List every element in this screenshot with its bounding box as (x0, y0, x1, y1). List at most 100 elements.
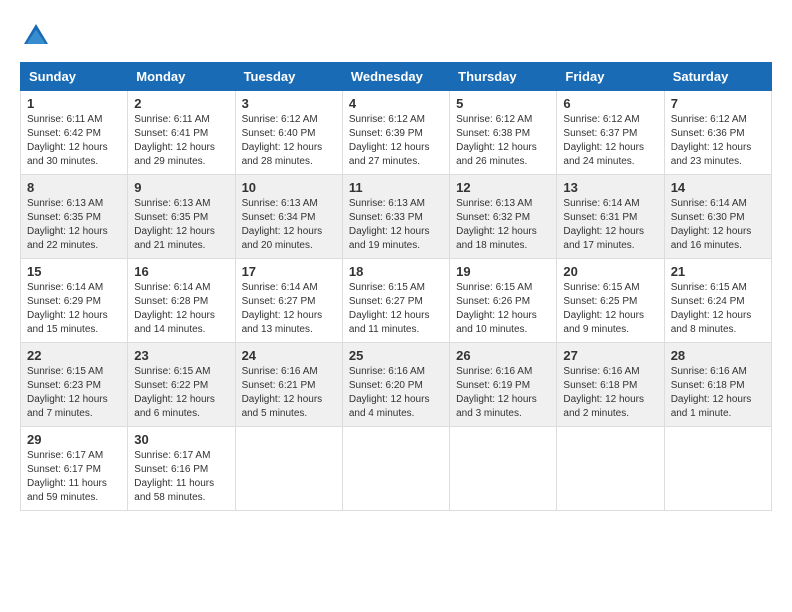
weekday-header-thursday: Thursday (450, 63, 557, 91)
calendar-day-cell: 23 Sunrise: 6:15 AMSunset: 6:22 PMDaylig… (128, 343, 235, 427)
calendar-day-cell: 20 Sunrise: 6:15 AMSunset: 6:25 PMDaylig… (557, 259, 664, 343)
day-number: 4 (349, 96, 443, 111)
calendar-day-cell: 27 Sunrise: 6:16 AMSunset: 6:18 PMDaylig… (557, 343, 664, 427)
day-info: Sunrise: 6:15 AMSunset: 6:23 PMDaylight:… (27, 365, 121, 421)
weekday-header-tuesday: Tuesday (235, 63, 342, 91)
calendar-day-cell: 18 Sunrise: 6:15 AMSunset: 6:27 PMDaylig… (342, 259, 449, 343)
weekday-header-saturday: Saturday (664, 63, 771, 91)
day-number: 5 (456, 96, 550, 111)
calendar-day-cell: 24 Sunrise: 6:16 AMSunset: 6:21 PMDaylig… (235, 343, 342, 427)
calendar-day-cell: 2 Sunrise: 6:11 AMSunset: 6:41 PMDayligh… (128, 91, 235, 175)
day-number: 18 (349, 264, 443, 279)
calendar-day-cell: 21 Sunrise: 6:15 AMSunset: 6:24 PMDaylig… (664, 259, 771, 343)
day-info: Sunrise: 6:15 AMSunset: 6:22 PMDaylight:… (134, 365, 228, 421)
day-info: Sunrise: 6:13 AMSunset: 6:35 PMDaylight:… (134, 197, 228, 253)
day-info: Sunrise: 6:16 AMSunset: 6:20 PMDaylight:… (349, 365, 443, 421)
day-number: 10 (242, 180, 336, 195)
calendar-day-cell: 6 Sunrise: 6:12 AMSunset: 6:37 PMDayligh… (557, 91, 664, 175)
day-info: Sunrise: 6:14 AMSunset: 6:29 PMDaylight:… (27, 281, 121, 337)
day-info: Sunrise: 6:17 AMSunset: 6:16 PMDaylight:… (134, 449, 228, 505)
calendar-day-cell: 5 Sunrise: 6:12 AMSunset: 6:38 PMDayligh… (450, 91, 557, 175)
page-header (20, 20, 772, 52)
calendar-day-cell: 15 Sunrise: 6:14 AMSunset: 6:29 PMDaylig… (21, 259, 128, 343)
weekday-header-wednesday: Wednesday (342, 63, 449, 91)
day-info: Sunrise: 6:16 AMSunset: 6:21 PMDaylight:… (242, 365, 336, 421)
day-info: Sunrise: 6:11 AMSunset: 6:42 PMDaylight:… (27, 113, 121, 169)
day-info: Sunrise: 6:16 AMSunset: 6:19 PMDaylight:… (456, 365, 550, 421)
calendar-day-cell (235, 427, 342, 511)
day-number: 29 (27, 432, 121, 447)
calendar-day-cell: 7 Sunrise: 6:12 AMSunset: 6:36 PMDayligh… (664, 91, 771, 175)
day-number: 25 (349, 348, 443, 363)
calendar-day-cell: 16 Sunrise: 6:14 AMSunset: 6:28 PMDaylig… (128, 259, 235, 343)
day-info: Sunrise: 6:12 AMSunset: 6:38 PMDaylight:… (456, 113, 550, 169)
day-number: 26 (456, 348, 550, 363)
calendar-day-cell: 26 Sunrise: 6:16 AMSunset: 6:19 PMDaylig… (450, 343, 557, 427)
day-info: Sunrise: 6:11 AMSunset: 6:41 PMDaylight:… (134, 113, 228, 169)
calendar-day-cell: 17 Sunrise: 6:14 AMSunset: 6:27 PMDaylig… (235, 259, 342, 343)
calendar-day-cell: 12 Sunrise: 6:13 AMSunset: 6:32 PMDaylig… (450, 175, 557, 259)
day-info: Sunrise: 6:12 AMSunset: 6:39 PMDaylight:… (349, 113, 443, 169)
day-number: 19 (456, 264, 550, 279)
calendar-day-cell: 30 Sunrise: 6:17 AMSunset: 6:16 PMDaylig… (128, 427, 235, 511)
day-info: Sunrise: 6:16 AMSunset: 6:18 PMDaylight:… (563, 365, 657, 421)
day-info: Sunrise: 6:17 AMSunset: 6:17 PMDaylight:… (27, 449, 121, 505)
calendar-day-cell: 14 Sunrise: 6:14 AMSunset: 6:30 PMDaylig… (664, 175, 771, 259)
day-number: 16 (134, 264, 228, 279)
weekday-header-friday: Friday (557, 63, 664, 91)
calendar-day-cell: 11 Sunrise: 6:13 AMSunset: 6:33 PMDaylig… (342, 175, 449, 259)
day-number: 22 (27, 348, 121, 363)
day-number: 20 (563, 264, 657, 279)
weekday-header-row: SundayMondayTuesdayWednesdayThursdayFrid… (21, 63, 772, 91)
day-number: 12 (456, 180, 550, 195)
calendar-day-cell (450, 427, 557, 511)
calendar-day-cell: 28 Sunrise: 6:16 AMSunset: 6:18 PMDaylig… (664, 343, 771, 427)
calendar-day-cell: 9 Sunrise: 6:13 AMSunset: 6:35 PMDayligh… (128, 175, 235, 259)
logo-icon (20, 20, 52, 52)
day-info: Sunrise: 6:12 AMSunset: 6:37 PMDaylight:… (563, 113, 657, 169)
calendar-table: SundayMondayTuesdayWednesdayThursdayFrid… (20, 62, 772, 511)
calendar-day-cell: 10 Sunrise: 6:13 AMSunset: 6:34 PMDaylig… (235, 175, 342, 259)
calendar-day-cell: 19 Sunrise: 6:15 AMSunset: 6:26 PMDaylig… (450, 259, 557, 343)
weekday-header-monday: Monday (128, 63, 235, 91)
day-number: 6 (563, 96, 657, 111)
day-info: Sunrise: 6:14 AMSunset: 6:31 PMDaylight:… (563, 197, 657, 253)
day-number: 3 (242, 96, 336, 111)
calendar-day-cell: 3 Sunrise: 6:12 AMSunset: 6:40 PMDayligh… (235, 91, 342, 175)
calendar-day-cell: 22 Sunrise: 6:15 AMSunset: 6:23 PMDaylig… (21, 343, 128, 427)
day-number: 11 (349, 180, 443, 195)
day-info: Sunrise: 6:13 AMSunset: 6:33 PMDaylight:… (349, 197, 443, 253)
day-info: Sunrise: 6:13 AMSunset: 6:35 PMDaylight:… (27, 197, 121, 253)
day-number: 23 (134, 348, 228, 363)
day-info: Sunrise: 6:12 AMSunset: 6:40 PMDaylight:… (242, 113, 336, 169)
day-number: 21 (671, 264, 765, 279)
calendar-day-cell: 4 Sunrise: 6:12 AMSunset: 6:39 PMDayligh… (342, 91, 449, 175)
day-number: 2 (134, 96, 228, 111)
day-number: 13 (563, 180, 657, 195)
weekday-header-sunday: Sunday (21, 63, 128, 91)
day-info: Sunrise: 6:15 AMSunset: 6:25 PMDaylight:… (563, 281, 657, 337)
day-number: 8 (27, 180, 121, 195)
day-info: Sunrise: 6:14 AMSunset: 6:28 PMDaylight:… (134, 281, 228, 337)
calendar-day-cell (342, 427, 449, 511)
day-info: Sunrise: 6:15 AMSunset: 6:26 PMDaylight:… (456, 281, 550, 337)
calendar-day-cell: 25 Sunrise: 6:16 AMSunset: 6:20 PMDaylig… (342, 343, 449, 427)
day-number: 17 (242, 264, 336, 279)
day-number: 28 (671, 348, 765, 363)
day-info: Sunrise: 6:15 AMSunset: 6:24 PMDaylight:… (671, 281, 765, 337)
day-info: Sunrise: 6:14 AMSunset: 6:30 PMDaylight:… (671, 197, 765, 253)
calendar-week-row: 1 Sunrise: 6:11 AMSunset: 6:42 PMDayligh… (21, 91, 772, 175)
day-number: 15 (27, 264, 121, 279)
day-number: 30 (134, 432, 228, 447)
logo (20, 20, 58, 52)
calendar-day-cell: 13 Sunrise: 6:14 AMSunset: 6:31 PMDaylig… (557, 175, 664, 259)
day-number: 9 (134, 180, 228, 195)
day-info: Sunrise: 6:15 AMSunset: 6:27 PMDaylight:… (349, 281, 443, 337)
day-number: 27 (563, 348, 657, 363)
calendar-day-cell: 8 Sunrise: 6:13 AMSunset: 6:35 PMDayligh… (21, 175, 128, 259)
calendar-day-cell: 29 Sunrise: 6:17 AMSunset: 6:17 PMDaylig… (21, 427, 128, 511)
calendar-week-row: 15 Sunrise: 6:14 AMSunset: 6:29 PMDaylig… (21, 259, 772, 343)
day-info: Sunrise: 6:16 AMSunset: 6:18 PMDaylight:… (671, 365, 765, 421)
day-info: Sunrise: 6:14 AMSunset: 6:27 PMDaylight:… (242, 281, 336, 337)
calendar-week-row: 8 Sunrise: 6:13 AMSunset: 6:35 PMDayligh… (21, 175, 772, 259)
